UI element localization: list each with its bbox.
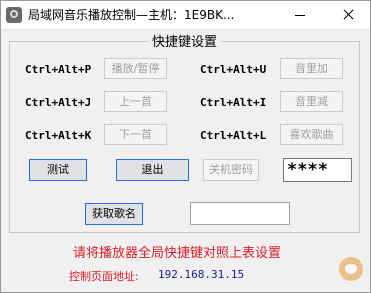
volume-up-button[interactable]: 音里加 bbox=[280, 58, 343, 79]
title-bar[interactable]: 局域网音乐播放控制—主机：1E9BK... bbox=[1, 1, 370, 30]
shutdown-password-button[interactable]: 关机密码 bbox=[203, 159, 259, 181]
get-song-name-button[interactable]: 获取歌名 bbox=[85, 203, 143, 225]
app-icon bbox=[6, 7, 22, 23]
test-button[interactable]: 测试 bbox=[29, 159, 87, 181]
hotkey-label-volume-down: Ctrl+Alt+I bbox=[200, 96, 267, 109]
window-title: 局域网音乐播放控制—主机：1E9BK... bbox=[28, 8, 235, 22]
control-address-value[interactable]: 192.168.31.15 bbox=[158, 268, 244, 281]
exit-button[interactable]: 退出 bbox=[116, 159, 189, 181]
watermark-logo-icon bbox=[339, 257, 363, 281]
hotkey-label-volume-up: Ctrl+Alt+U bbox=[200, 63, 267, 76]
hotkey-group-title: 快捷键设置 bbox=[148, 31, 222, 50]
control-address-label: 控制页面地址: bbox=[69, 270, 139, 283]
hotkey-label-play: Ctrl+Alt+P bbox=[25, 63, 92, 76]
song-name-field[interactable] bbox=[190, 202, 290, 225]
favorite-song-button[interactable]: 喜欢歌曲 bbox=[280, 124, 343, 145]
minimize-icon[interactable] bbox=[278, 1, 322, 29]
play-pause-button[interactable]: 播放/暂停 bbox=[104, 58, 167, 79]
close-icon[interactable] bbox=[326, 1, 370, 29]
hotkey-label-next: Ctrl+Alt+K bbox=[25, 129, 92, 142]
volume-down-button[interactable]: 音里减 bbox=[280, 91, 343, 112]
hotkey-label-previous: Ctrl+Alt+J bbox=[25, 96, 92, 109]
password-field[interactable]: **** bbox=[283, 158, 352, 182]
hotkey-hint-text: 请将播放器全局快捷键对照上表设置 bbox=[73, 246, 282, 261]
hotkey-label-favorite: Ctrl+Alt+L bbox=[200, 129, 267, 142]
next-track-button[interactable]: 下一首 bbox=[104, 124, 167, 145]
previous-track-button[interactable]: 上一首 bbox=[104, 91, 167, 112]
